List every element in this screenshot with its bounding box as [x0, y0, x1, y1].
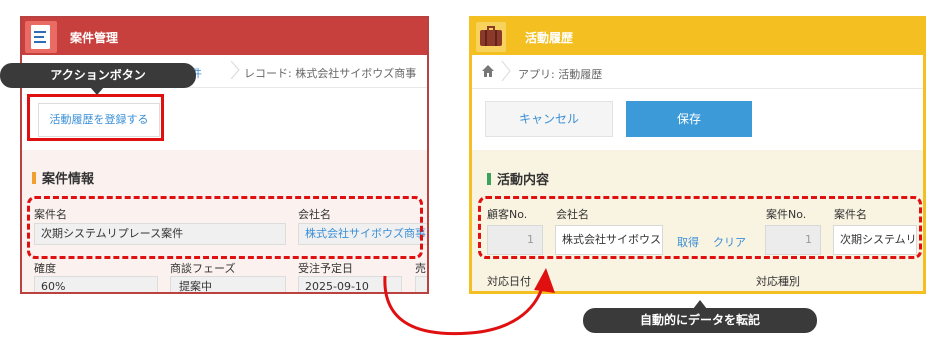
briefcase-app-icon: [476, 22, 506, 52]
activity-app-header: 活動履歴: [472, 19, 923, 55]
phase-field: 提案中: [170, 276, 286, 292]
certainty-field: 60%: [34, 276, 158, 292]
extra-field-label: 売: [415, 262, 426, 275]
phase-label: 商談フェーズ: [170, 262, 236, 275]
breadcrumb-record: レコード: 株式会社サイボウズ商事: [244, 67, 417, 80]
home-icon[interactable]: [482, 65, 494, 77]
cancel-button[interactable]: キャンセル: [485, 101, 613, 137]
certainty-label: 確度: [34, 262, 56, 275]
source-fields-highlight: [27, 196, 423, 259]
breadcrumb-separator-icon: [501, 61, 511, 81]
order-date-field: 2025-09-10: [298, 276, 402, 292]
breadcrumb-separator-icon: [230, 61, 240, 79]
callout-pointer-icon: [693, 300, 707, 309]
action-button-highlight: [27, 94, 164, 141]
activity-breadcrumb: アプリ: 活動履歴: [472, 55, 923, 89]
order-date-label: 受注予定日: [298, 262, 353, 275]
breadcrumb-app[interactable]: アプリ: 活動履歴: [518, 66, 602, 82]
activity-app-title: 活動履歴: [525, 31, 574, 45]
response-type-label: 対応種別: [756, 275, 800, 288]
project-app-title: 案件管理: [70, 31, 119, 45]
document-app-icon: [25, 21, 57, 53]
extra-field: [415, 276, 427, 292]
auto-transfer-callout: 自動的にデータを転記: [583, 308, 817, 333]
target-fields-highlight: [478, 196, 922, 259]
project-info-heading: 案件情報: [32, 168, 94, 187]
callout-pointer-icon: [90, 87, 104, 95]
project-app-header: 案件管理: [22, 18, 427, 55]
action-button-callout: アクションボタン: [0, 63, 196, 88]
response-date-label: 対応日付: [487, 275, 531, 288]
save-button[interactable]: 保存: [626, 101, 752, 137]
activity-content-heading: 活動内容: [487, 169, 549, 188]
